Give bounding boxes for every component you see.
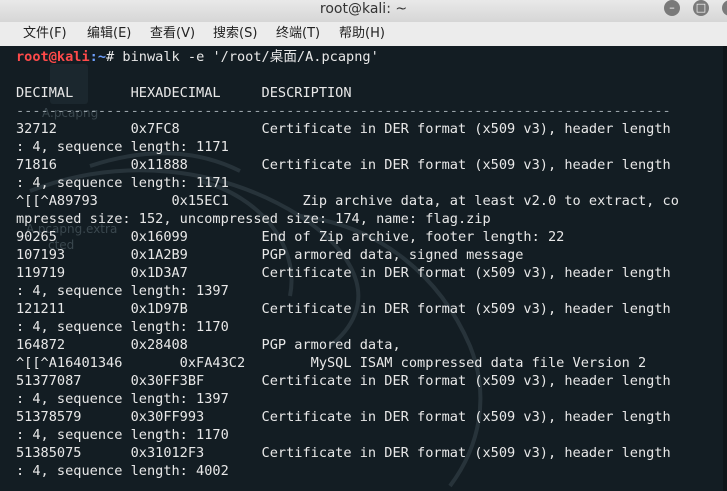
menu-terminal[interactable]: 终端(T) (276, 25, 320, 43)
menu-help[interactable]: 帮助(H) (339, 25, 385, 43)
window-title: root@kali: ~ (319, 1, 408, 17)
menu-bar: 文件(F) 编辑(E) 查看(V) 搜索(S) 终端(T) 帮助(H) (0, 22, 727, 47)
output-line: : 4, sequence length: 1170 (16, 319, 229, 335)
prompt-user: root@kali (16, 49, 90, 65)
output-line: 51377087 0x30FF3BF Certificate in DER fo… (16, 373, 671, 389)
command-line: root@kali:~# binwalk -e '/root/桌面/A.pcap… (16, 48, 379, 66)
output-line: 90265 0x16099 End of Zip archive, footer… (16, 229, 565, 245)
output-line: 51378579 0x30FF993 Certificate in DER fo… (16, 409, 671, 425)
menu-search[interactable]: 搜索(S) (213, 25, 257, 43)
window-titlebar[interactable]: root@kali: ~ – □ × (0, 0, 727, 23)
output-line: : 4, sequence length: 1397 (16, 283, 229, 299)
output-line: 51385075 0x31012F3 Certificate in DER fo… (16, 445, 671, 461)
minimize-button[interactable]: – (664, 0, 680, 16)
prompt-path: :~ (89, 49, 107, 65)
output-line: mpressed size: 152, uncompressed size: 1… (16, 211, 491, 227)
output-line: 164872 0x28408 PGP armored data, (16, 337, 401, 353)
output-separator: ----------------------------------------… (16, 103, 671, 119)
output-line: 107193 0x1A2B9 PGP armored data, signed … (16, 247, 524, 263)
output-line: : 4, sequence length: 4002 (16, 463, 229, 479)
output-line: 71816 0x11888 Certificate in DER format … (16, 157, 671, 173)
output-line: ^[[^A16401346 0xFA43C2 MySQL ISAM compre… (16, 355, 647, 371)
menu-edit[interactable]: 编辑(E) (87, 25, 131, 43)
output-line: 121211 0x1D97B Certificate in DER format… (16, 301, 671, 317)
prompt-symbol: # (106, 49, 123, 65)
output-line: : 4, sequence length: 1170 (16, 427, 229, 443)
output-line: : 4, sequence length: 1171 (16, 175, 229, 191)
output-header: DECIMAL HEXADECIMAL DESCRIPTION (16, 85, 352, 101)
output-line: : 4, sequence length: 1171 (16, 139, 229, 155)
terminal-scrollbar[interactable] (723, 46, 727, 491)
maximize-button[interactable]: □ (693, 0, 709, 16)
output-line: 32712 0x7FC8 Certificate in DER format (… (16, 121, 671, 137)
output-line: 119719 0x1D3A7 Certificate in DER format… (16, 265, 671, 281)
menu-file[interactable]: 文件(F) (23, 25, 67, 43)
terminal-area[interactable]: A.pcapng _A.pcapng.extra cted root@kali:… (0, 46, 727, 491)
output-line: : 4, sequence length: 1397 (16, 391, 229, 407)
menu-view[interactable]: 查看(V) (150, 25, 195, 43)
output-line: ^[[^A89793 0x15EC1 Zip archive data, at … (16, 193, 679, 209)
command-text: binwalk -e '/root/桌面/A.pcapng' (122, 49, 379, 65)
